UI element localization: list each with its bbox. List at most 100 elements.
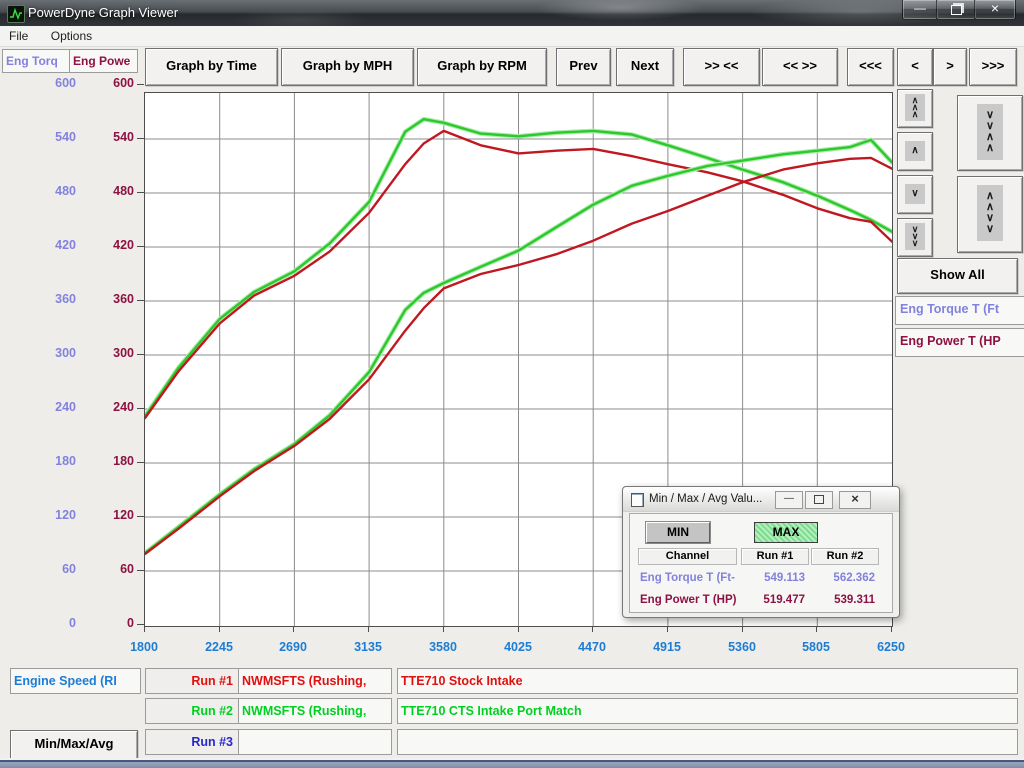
power-tick-label: 420 — [88, 238, 134, 252]
scroll-right-fast-button[interactable]: >>> — [969, 48, 1017, 86]
y-scroll-down-fast-button[interactable]: ∨∨∨ — [897, 218, 933, 257]
graph-by-mph-button[interactable]: Graph by MPH — [281, 48, 414, 86]
run2-column-header[interactable]: Run #2 — [811, 548, 879, 565]
y-tick-mark — [137, 570, 144, 571]
torque-tick-label: 540 — [30, 130, 76, 144]
app-icon — [7, 5, 25, 23]
minmax-title-bar: Min / Max / Avg Valu... — × — [623, 487, 899, 512]
run1-description-field[interactable]: TTE710 Stock Intake — [397, 668, 1018, 694]
zoom-out-x-button[interactable]: << >> — [762, 48, 838, 86]
torque-tick-label: 120 — [30, 508, 76, 522]
collapse-chevrons-icon: ∨∨∧∧ — [983, 110, 997, 154]
rpm-tick-label: 2690 — [263, 640, 323, 654]
torque-tick-label: 360 — [30, 292, 76, 306]
minmax-window[interactable]: Min / Max / Avg Valu... — × MIN MAX Chan… — [622, 486, 900, 618]
scroll-left-button[interactable]: < — [897, 48, 933, 86]
next-button[interactable]: Next — [616, 48, 674, 86]
torque-axis-button[interactable]: Eng Torq — [2, 49, 71, 73]
run2-label: Run #2 — [145, 698, 240, 724]
minmax-minimize-button[interactable]: — — [775, 491, 803, 509]
run3-description-field[interactable] — [397, 729, 1018, 755]
power-row-channel: Eng Power T (HP) — [640, 594, 750, 606]
channel-column-header[interactable]: Channel — [638, 548, 737, 565]
menu-options[interactable]: Options — [42, 26, 101, 46]
x-tick-mark — [293, 626, 294, 632]
close-button[interactable]: × — [974, 0, 1016, 20]
rpm-tick-label: 4915 — [637, 640, 697, 654]
run1-file-field[interactable]: NWMSFTS (Rushing, — [238, 668, 392, 694]
run1-column-header[interactable]: Run #1 — [741, 548, 809, 565]
x-tick-mark — [144, 626, 145, 632]
y-tick-mark — [137, 192, 144, 193]
max-toggle-button[interactable]: MAX — [754, 522, 818, 543]
rpm-tick-label: 6250 — [861, 640, 921, 654]
torque-max-run2: 562.362 — [811, 572, 875, 584]
x-tick-mark — [816, 626, 817, 632]
y-scroll-up-fast-button[interactable]: ∧∧∧ — [897, 89, 933, 128]
run2-description-field[interactable]: TTE710 CTS Intake Port Match — [397, 698, 1018, 724]
rpm-tick-label: 3135 — [338, 640, 398, 654]
x-tick-mark — [368, 626, 369, 632]
run3-file-field[interactable] — [238, 729, 392, 755]
minimize-button[interactable]: — — [902, 0, 938, 20]
legend-torque-channel[interactable]: Eng Torque T (Ft — [895, 296, 1024, 325]
min-toggle-button[interactable]: MIN — [646, 522, 710, 543]
power-tick-label: 480 — [88, 184, 134, 198]
graph-by-rpm-button[interactable]: Graph by RPM — [417, 48, 547, 86]
torque-tick-label: 300 — [30, 346, 76, 360]
power-tick-label: 180 — [88, 454, 134, 468]
minmax-close-button[interactable]: × — [839, 491, 871, 509]
minimize-icon: — — [914, 1, 926, 15]
y-tick-mark — [137, 624, 144, 625]
power-max-run2: 539.311 — [811, 594, 875, 606]
restore-button[interactable] — [936, 0, 976, 20]
y-expand-scale-button[interactable]: ∧∧∨∨ — [957, 176, 1023, 253]
prev-button[interactable]: Prev — [556, 48, 611, 86]
y-tick-mark — [137, 516, 144, 517]
power-tick-label: 300 — [88, 346, 134, 360]
y-collapse-scale-button[interactable]: ∨∨∧∧ — [957, 95, 1023, 171]
rpm-tick-label: 3580 — [413, 640, 473, 654]
double-down-chevron-icon: ∨∨∨ — [909, 226, 921, 247]
x-tick-mark — [742, 626, 743, 632]
power-max-run1: 519.477 — [741, 594, 805, 606]
power-tick-label: 60 — [88, 562, 134, 576]
window-bottom-frame — [0, 758, 1024, 768]
rpm-tick-label: 5360 — [712, 640, 772, 654]
y-tick-mark — [137, 246, 144, 247]
rpm-tick-label: 5805 — [786, 640, 846, 654]
torque-tick-label: 60 — [30, 562, 76, 576]
torque-tick-label: 600 — [30, 76, 76, 90]
power-tick-label: 120 — [88, 508, 134, 522]
show-all-button[interactable]: Show All — [897, 258, 1018, 294]
x-tick-mark — [443, 626, 444, 632]
graph-by-time-button[interactable]: Graph by Time — [145, 48, 278, 86]
rpm-tick-label: 1800 — [114, 640, 174, 654]
x-tick-mark — [518, 626, 519, 632]
zoom-in-x-button[interactable]: >> << — [683, 48, 760, 86]
y-scroll-up-button[interactable]: ∧ — [897, 132, 933, 171]
run2-file-field[interactable]: NWMSFTS (Rushing, — [238, 698, 392, 724]
minmax-avg-button[interactable]: Min/Max/Avg — [10, 730, 138, 760]
x-tick-mark — [891, 626, 892, 632]
expand-chevrons-icon: ∧∧∨∨ — [983, 191, 997, 235]
legend-power-channel[interactable]: Eng Power T (HP — [895, 328, 1024, 357]
menu-file[interactable]: File — [0, 26, 37, 46]
down-chevron-icon: ∨ — [909, 189, 921, 199]
y-tick-mark — [137, 408, 144, 409]
minmax-restore-button[interactable] — [805, 491, 833, 509]
scroll-right-button[interactable]: > — [933, 48, 967, 86]
double-up-chevron-icon: ∧∧∧ — [909, 97, 921, 118]
x-tick-mark — [219, 626, 220, 632]
scroll-left-fast-button[interactable]: <<< — [847, 48, 894, 86]
power-axis-button[interactable]: Eng Powe — [69, 49, 138, 73]
power-tick-label: 360 — [88, 292, 134, 306]
run3-label: Run #3 — [145, 729, 240, 755]
x-channel-button[interactable]: Engine Speed (RI — [10, 668, 141, 694]
restore-icon — [951, 5, 962, 15]
torque-max-run1: 549.113 — [741, 572, 805, 584]
y-tick-mark — [137, 300, 144, 301]
y-scroll-down-button[interactable]: ∨ — [897, 175, 933, 214]
run1-label: Run #1 — [145, 668, 240, 694]
rpm-tick-label: 4470 — [562, 640, 622, 654]
